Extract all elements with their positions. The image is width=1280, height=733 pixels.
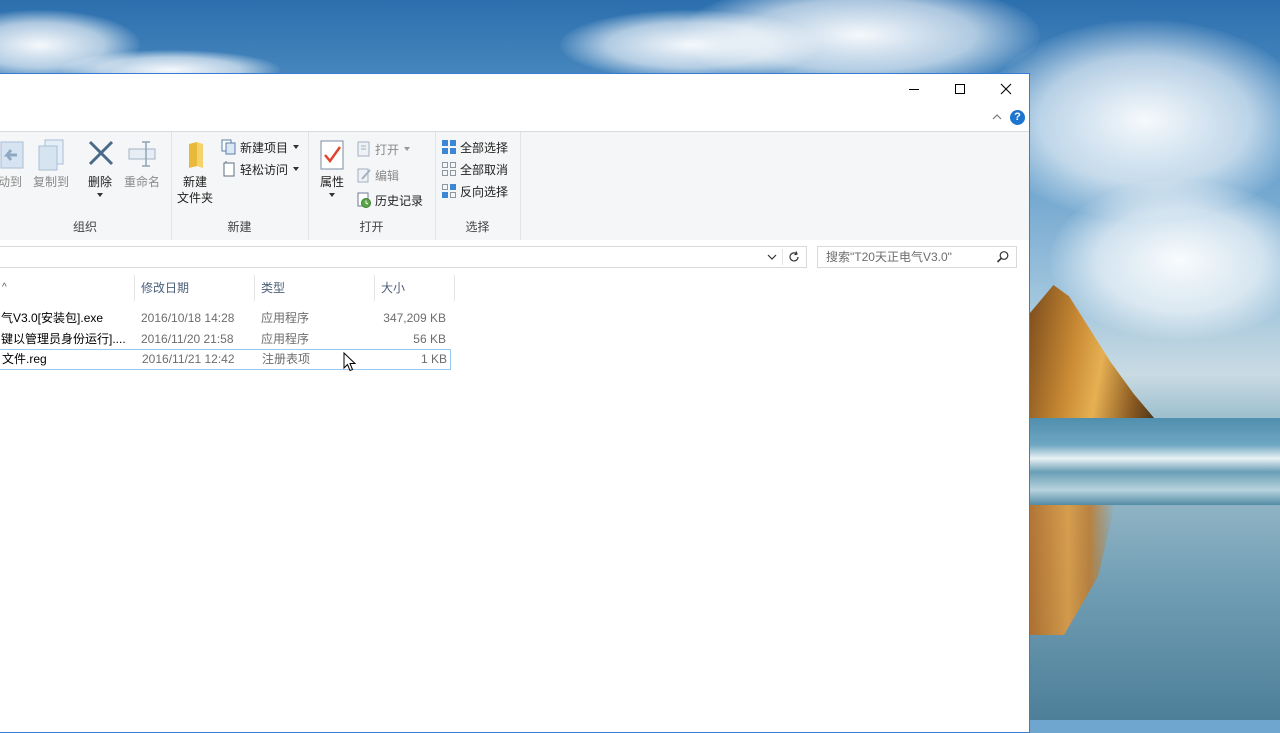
file-list: ^ 修改日期 类型 大小 气V3.0[安装包].exe 2016/10/18 1… (0, 272, 1029, 732)
move-to-label: 移动到 (0, 175, 22, 189)
group-label-organize: 组织 (72, 220, 97, 234)
folder-icon (179, 138, 211, 172)
select-none-icon (441, 161, 457, 177)
group-label-select: 选择 (465, 220, 490, 234)
chevron-down-icon (404, 147, 411, 151)
ribbon-group-new: 新建 文件夹 新建项目 轻松访问 新建 (171, 132, 309, 240)
ribbon-tab-row: ? (0, 104, 1029, 131)
file-size: 347,209 KB (383, 311, 446, 325)
refresh-icon[interactable] (787, 250, 801, 264)
rename-label: 重命名 (123, 175, 160, 189)
select-none-label: 全部取消 (460, 162, 509, 177)
close-button[interactable] (983, 74, 1029, 104)
file-row[interactable]: 文件.reg 2016/11/21 12:42 注册表项 1 KB (0, 349, 451, 370)
select-all-button[interactable]: 全部选择 (441, 137, 508, 157)
edit-button[interactable]: 编辑 (356, 165, 399, 185)
maximize-button[interactable] (937, 74, 983, 104)
copy-to-icon (35, 138, 67, 172)
invert-selection-button[interactable]: 反向选择 (441, 181, 508, 201)
group-label-new: 新建 (227, 220, 252, 234)
new-item-label: 新建项目 (240, 140, 289, 155)
search-icon[interactable] (996, 250, 1010, 264)
properties-label: 属性 (319, 175, 344, 189)
file-date: 2016/11/20 21:58 (141, 332, 234, 346)
edit-label: 编辑 (375, 168, 400, 183)
new-folder-label-2: 文件夹 (177, 191, 214, 205)
move-to-icon (0, 138, 29, 172)
chevron-up-icon[interactable] (991, 111, 1003, 123)
easy-access-icon (221, 161, 237, 177)
invert-selection-label: 反向选择 (460, 184, 509, 199)
address-bar[interactable] (0, 246, 807, 268)
group-label-open: 打开 (359, 220, 384, 234)
properties-button[interactable]: 属性 (316, 138, 348, 197)
file-row[interactable]: 键以管理员身份运行].... 2016/11/20 21:58 应用程序 56 … (0, 329, 451, 350)
file-date: 2016/11/21 12:42 (142, 352, 235, 366)
ribbon: 移动到 复制到 删除 重命名 组织 (0, 131, 1029, 241)
maximize-icon (955, 84, 965, 94)
new-folder-label-1: 新建 (182, 175, 207, 189)
select-none-button[interactable]: 全部取消 (441, 159, 508, 179)
edit-icon (356, 167, 372, 183)
move-to-button[interactable]: 移动到 (0, 138, 31, 190)
select-all-icon (441, 139, 457, 155)
ribbon-group-open: 属性 打开 编辑 历史记录 打开 (308, 132, 436, 240)
invert-selection-icon (441, 183, 457, 199)
open-label: 打开 (375, 142, 400, 157)
column-header-name[interactable]: ^ (0, 275, 135, 301)
chevron-down-icon (97, 193, 103, 197)
rename-icon (126, 138, 158, 172)
search-placeholder: 搜索"T20天正电气V3.0" (826, 250, 952, 264)
file-name: 气V3.0[安装包].exe (1, 311, 104, 325)
address-row: 搜索"T20天正电气V3.0" (0, 240, 1029, 272)
history-label: 历史记录 (375, 193, 424, 208)
delete-button[interactable]: 删除 (85, 138, 117, 197)
minimize-icon (909, 89, 919, 90)
file-name: 键以管理员身份运行].... (1, 332, 126, 346)
column-header-size[interactable]: 大小 (375, 275, 455, 301)
copy-to-label: 复制到 (32, 175, 69, 189)
new-folder-button[interactable]: 新建 文件夹 (177, 138, 213, 206)
new-item-button[interactable]: 新建项目 (221, 137, 300, 157)
sea (1030, 418, 1280, 508)
easy-access-label: 轻松访问 (240, 162, 289, 177)
mouse-cursor-icon (343, 352, 357, 372)
help-icon[interactable]: ? (1010, 110, 1025, 125)
delete-label: 删除 (87, 175, 112, 189)
new-item-icon (221, 139, 237, 155)
open-icon (356, 141, 372, 157)
search-input[interactable]: 搜索"T20天正电气V3.0" (817, 246, 1017, 268)
sort-up-icon: ^ (2, 282, 7, 293)
file-name: 文件.reg (2, 352, 47, 366)
properties-icon (316, 138, 348, 172)
file-explorer-window: ? 移动到 复制到 删除 (0, 73, 1030, 733)
easy-access-button[interactable]: 轻松访问 (221, 159, 300, 179)
delete-icon (85, 138, 117, 172)
history-icon (356, 192, 372, 208)
minimize-button[interactable] (891, 74, 937, 104)
ribbon-group-select: 全部选择 全部取消 反向选择 选择 (435, 132, 521, 240)
column-header-date[interactable]: 修改日期 (135, 275, 255, 301)
open-button[interactable]: 打开 (356, 139, 411, 159)
column-header-type[interactable]: 类型 (255, 275, 375, 301)
file-type: 应用程序 (261, 311, 310, 325)
close-icon (1000, 83, 1012, 95)
rename-button[interactable]: 重命名 (123, 138, 161, 190)
file-type: 应用程序 (261, 332, 310, 346)
chevron-down-icon (293, 167, 300, 171)
file-date: 2016/10/18 14:28 (141, 311, 235, 325)
select-all-label: 全部选择 (460, 140, 509, 155)
file-size: 1 KB (420, 352, 447, 366)
copy-to-button[interactable]: 复制到 (32, 138, 70, 190)
history-button[interactable]: 历史记录 (356, 190, 423, 210)
chevron-down-icon (329, 193, 335, 197)
chevron-down-icon (293, 145, 300, 149)
file-row[interactable]: 气V3.0[安装包].exe 2016/10/18 14:28 应用程序 347… (0, 308, 451, 329)
ribbon-group-organize: 移动到 复制到 删除 重命名 组织 (0, 132, 172, 240)
file-size: 56 KB (413, 332, 446, 346)
title-bar[interactable] (0, 74, 1029, 104)
chevron-down-icon[interactable] (767, 252, 777, 262)
address-separator (782, 249, 783, 265)
